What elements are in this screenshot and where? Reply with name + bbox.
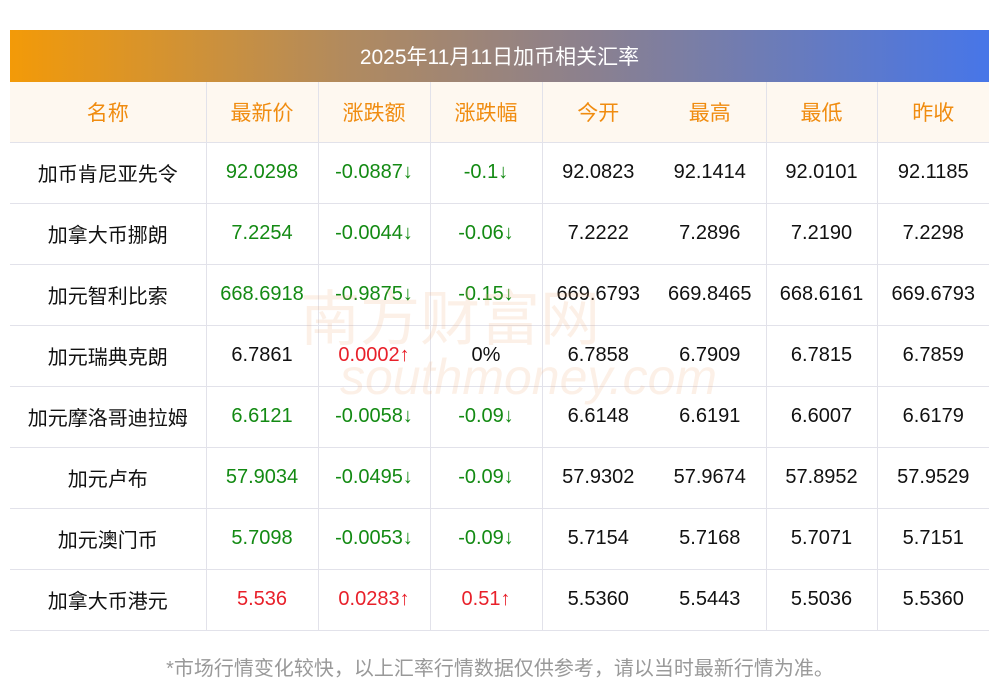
cell-prev: 669.6793 bbox=[876, 264, 989, 326]
cell-high: 7.2896 bbox=[654, 203, 767, 265]
cell-name: 加元卢布 bbox=[10, 447, 207, 509]
table-title: 2025年11月11日加币相关汇率 bbox=[10, 30, 989, 82]
table-row: 加元瑞典克朗 6.7861 0.0002↑ 0% 6.7858 6.7909 6.7815 6… bbox=[10, 325, 989, 387]
cell-low: 57.8952 bbox=[765, 447, 878, 509]
cell-high: 92.1414 bbox=[654, 142, 767, 204]
column-header-latest: 最新价 bbox=[205, 82, 319, 143]
cell-name: 加拿大币挪朗 bbox=[10, 203, 207, 265]
cell-change: -0.0058↓ bbox=[317, 386, 431, 448]
cell-name: 加拿大币港元 bbox=[10, 569, 207, 631]
cell-change: -0.0887↓ bbox=[317, 142, 431, 204]
column-header-prev: 昨收 bbox=[876, 82, 989, 143]
cell-pct: -0.15↓ bbox=[429, 264, 543, 326]
cell-low: 6.7815 bbox=[765, 325, 878, 387]
cell-low: 5.5036 bbox=[765, 569, 878, 631]
cell-high: 6.7909 bbox=[654, 325, 767, 387]
cell-change: -0.9875↓ bbox=[317, 264, 431, 326]
cell-prev: 92.1185 bbox=[876, 142, 989, 204]
cell-open: 6.7858 bbox=[541, 325, 654, 387]
cell-high: 57.9674 bbox=[654, 447, 767, 509]
cell-open: 669.6793 bbox=[541, 264, 654, 326]
cell-change: 0.0283↑ bbox=[317, 569, 431, 631]
cell-change: -0.0044↓ bbox=[317, 203, 431, 265]
cell-prev: 57.9529 bbox=[876, 447, 989, 509]
cell-change: 0.0002↑ bbox=[317, 325, 431, 387]
header-row: 名称 最新价 涨跌额 涨跌幅 今开 最高 最低 昨收 bbox=[10, 82, 989, 143]
cell-prev: 6.6179 bbox=[876, 386, 989, 448]
column-header-pct: 涨跌幅 bbox=[429, 82, 543, 143]
cell-change: -0.0053↓ bbox=[317, 508, 431, 570]
cell-latest: 92.0298 bbox=[205, 142, 319, 204]
cell-high: 669.8465 bbox=[654, 264, 767, 326]
cell-open: 6.6148 bbox=[541, 386, 654, 448]
cell-name: 加元摩洛哥迪拉姆 bbox=[10, 386, 207, 448]
cell-prev: 7.2298 bbox=[876, 203, 989, 265]
cell-prev: 6.7859 bbox=[876, 325, 989, 387]
column-header-low: 最低 bbox=[765, 82, 878, 143]
cell-low: 92.0101 bbox=[765, 142, 878, 204]
cell-latest: 57.9034 bbox=[205, 447, 319, 509]
cell-latest: 6.7861 bbox=[205, 325, 319, 387]
table-row: 加拿大币港元 5.536 0.0283↑ 0.51↑ 5.5360 5.5443 5.503… bbox=[10, 569, 989, 631]
cell-prev: 5.7151 bbox=[876, 508, 989, 570]
cell-latest: 5.536 bbox=[205, 569, 319, 631]
cell-open: 5.7154 bbox=[541, 508, 654, 570]
cell-pct: -0.09↓ bbox=[429, 386, 543, 448]
cell-change: -0.0495↓ bbox=[317, 447, 431, 509]
cell-pct: -0.09↓ bbox=[429, 508, 543, 570]
cell-low: 6.6007 bbox=[765, 386, 878, 448]
cell-name: 加元智利比索 bbox=[10, 264, 207, 326]
cell-pct: -0.09↓ bbox=[429, 447, 543, 509]
table-row: 加元摩洛哥迪拉姆 6.6121 -0.0058↓ -0.09↓ 6.6148 6.6191… bbox=[10, 386, 989, 448]
cell-pct: 0% bbox=[429, 325, 543, 387]
cell-high: 5.5443 bbox=[654, 569, 767, 631]
cell-low: 668.6161 bbox=[765, 264, 878, 326]
cell-open: 5.5360 bbox=[541, 569, 654, 631]
cell-pct: 0.51↑ bbox=[429, 569, 543, 631]
cell-name: 加元澳门币 bbox=[10, 508, 207, 570]
column-header-open: 今开 bbox=[541, 82, 654, 143]
cell-latest: 668.6918 bbox=[205, 264, 319, 326]
cell-low: 7.2190 bbox=[765, 203, 878, 265]
cell-latest: 5.7098 bbox=[205, 508, 319, 570]
cell-latest: 6.6121 bbox=[205, 386, 319, 448]
cell-name: 加元瑞典克朗 bbox=[10, 325, 207, 387]
column-header-change: 涨跌额 bbox=[317, 82, 431, 143]
cell-pct: -0.1↓ bbox=[429, 142, 543, 204]
table-row: 加元澳门币 5.7098 -0.0053↓ -0.09↓ 5.7154 5.7168 5.7… bbox=[10, 508, 989, 570]
table-row: 加元卢布 57.9034 -0.0495↓ -0.09↓ 57.9302 57.9674 5… bbox=[10, 447, 989, 509]
cell-high: 5.7168 bbox=[654, 508, 767, 570]
cell-pct: -0.06↓ bbox=[429, 203, 543, 265]
cell-open: 57.9302 bbox=[541, 447, 654, 509]
cell-name: 加币肯尼亚先令 bbox=[10, 142, 207, 204]
column-header-name: 名称 bbox=[10, 82, 207, 143]
exchange-rate-table: 名称 最新价 涨跌额 涨跌幅 今开 最高 最低 昨收 加币肯尼亚先令 92.0298 -0.088… bbox=[10, 82, 989, 631]
disclaimer-note: *市场行情变化较快，以上汇率行情数据仅供参考，请以当时最新行情为准。 bbox=[166, 658, 834, 680]
table-row: 加元智利比索 668.6918 -0.9875↓ -0.15↓ 669.6793 669.… bbox=[10, 264, 989, 326]
cell-latest: 7.2254 bbox=[205, 203, 319, 265]
cell-open: 7.2222 bbox=[541, 203, 654, 265]
cell-open: 92.0823 bbox=[541, 142, 654, 204]
cell-prev: 5.5360 bbox=[876, 569, 989, 631]
cell-high: 6.6191 bbox=[654, 386, 767, 448]
column-header-high: 最高 bbox=[654, 82, 767, 143]
table-row: 加拿大币挪朗 7.2254 -0.0044↓ -0.06↓ 7.2222 7.2896 7.… bbox=[10, 203, 989, 265]
table-row: 加币肯尼亚先令 92.0298 -0.0887↓ -0.1↓ 92.0823 92.141… bbox=[10, 142, 989, 204]
cell-low: 5.7071 bbox=[765, 508, 878, 570]
